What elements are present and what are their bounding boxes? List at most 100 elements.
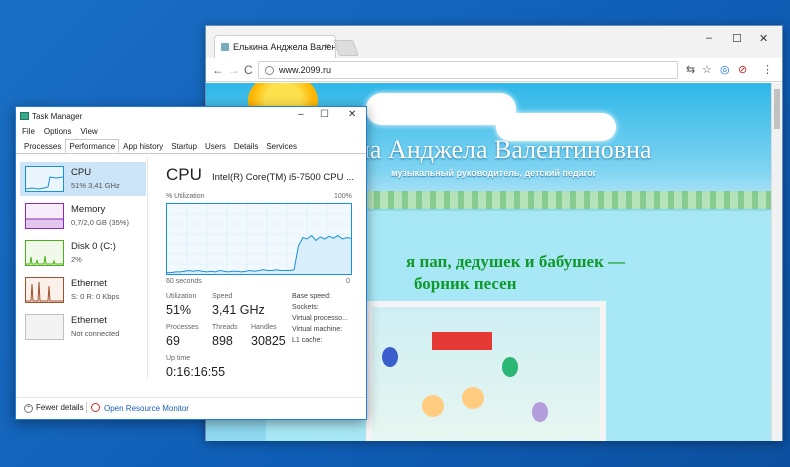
resource-ethernet[interactable]: Ethernet S: 0 R: 0 Kbps <box>20 273 146 307</box>
spec-sockets: Sockets: <box>292 304 319 311</box>
resource-cpu[interactable]: CPU 51% 3,41 GHz <box>20 162 146 196</box>
site-subtitle: музыкальный руководитель, детский педаго… <box>391 168 597 178</box>
tab-app-history[interactable]: App history <box>119 139 167 153</box>
new-tab-button[interactable] <box>333 40 359 56</box>
chevron-up-icon: ⌃ <box>24 404 33 413</box>
max-axis-label: 100% <box>334 193 352 200</box>
balloon-image <box>532 402 548 422</box>
article-title-line1: я пап, дедушек и бабушек — <box>406 252 626 271</box>
resource-disk[interactable]: Disk 0 (C:) 2% <box>20 236 146 270</box>
fewer-details-button[interactable]: ⌃ Fewer details <box>24 403 84 413</box>
spec-virtual-processors: Virtual processo... <box>292 315 348 322</box>
child-figure <box>462 387 484 409</box>
cpu-thumbnail <box>25 166 64 192</box>
tab-strip: Processes Performance App history Startu… <box>16 139 366 154</box>
resource-name: CPU <box>71 167 92 178</box>
sync-icon[interactable]: ◎ <box>720 63 730 76</box>
resource-value: Not connected <box>71 329 120 338</box>
resource-monitor-icon <box>91 403 100 412</box>
min-axis-label: 0 <box>346 278 350 285</box>
cpu-heading: CPU <box>166 165 202 184</box>
task-manager-footer: ⌃ Fewer details Open Resource Monitor <box>16 397 366 417</box>
threads-value: 898 <box>212 334 233 348</box>
maximize-button[interactable]: ☐ <box>732 32 742 45</box>
balloon-image <box>382 347 398 367</box>
browser-tab-bar: Елькина Анджела Вален × – ☐ ✕ <box>206 26 782 58</box>
ethernet-thumbnail <box>25 277 64 303</box>
scrollbar-thumb[interactable] <box>774 89 780 129</box>
tab-startup[interactable]: Startup <box>167 139 201 153</box>
resource-value: 0,7/2,0 GB (35%) <box>71 218 129 227</box>
processes-value: 69 <box>166 334 180 348</box>
browser-tab[interactable]: Елькина Анджела Вален × <box>214 35 336 58</box>
handles-label: Handles <box>251 324 277 331</box>
tab-services[interactable]: Services <box>262 139 301 153</box>
menu-options[interactable]: Options <box>44 127 72 137</box>
tab-processes[interactable]: Processes <box>20 139 65 153</box>
article-title-line2: борник песен <box>414 274 517 293</box>
resource-memory[interactable]: Memory 0,7/2,0 GB (35%) <box>20 199 146 233</box>
tab-performance[interactable]: Performance <box>65 139 120 153</box>
url-input[interactable]: www.2099.ru <box>258 61 678 79</box>
handles-value: 30825 <box>251 334 286 348</box>
maximize-button[interactable]: ☐ <box>320 109 329 120</box>
page-scrollbar[interactable] <box>771 83 782 441</box>
task-manager-window: Task Manager – ☐ ✕ File Options View Pro… <box>15 106 367 420</box>
tab-details[interactable]: Details <box>230 139 262 153</box>
back-icon[interactable]: ← <box>212 63 224 77</box>
tab-close-icon[interactable]: × <box>325 41 330 51</box>
star-icon[interactable]: ☆ <box>702 63 712 76</box>
article-title[interactable]: я пап, дедушек и бабушек — борник песен <box>406 251 766 295</box>
task-manager-icon <box>20 112 29 120</box>
cpu-detail-panel: CPU Intel(R) Core(TM) i5-7500 CPU ... % … <box>162 157 362 379</box>
open-resource-monitor-link[interactable]: Open Resource Monitor <box>91 403 189 413</box>
utilization-axis-label: % Utilization <box>166 193 205 200</box>
resource-value: 51% 3,41 GHz <box>71 181 120 190</box>
time-axis-label: 60 seconds <box>166 278 202 285</box>
reload-icon[interactable]: C <box>244 63 253 77</box>
resource-name: Memory <box>71 204 106 215</box>
speed-label: Speed <box>212 293 233 300</box>
resource-ethernet-disconnected[interactable]: Ethernet Not connected <box>20 310 146 344</box>
minimize-button[interactable]: – <box>298 109 304 120</box>
address-bar: ← → C www.2099.ru ⇆ ☆ ◎ ⊘ ⋮ <box>206 58 782 82</box>
utilization-value: 51% <box>166 303 192 317</box>
block-extension-icon[interactable]: ⊘ <box>738 63 747 76</box>
close-button[interactable]: ✕ <box>348 109 356 120</box>
menu-icon[interactable]: ⋮ <box>762 63 773 76</box>
disk-thumbnail <box>25 240 64 266</box>
menu-bar: File Options View <box>16 125 366 139</box>
resource-list: CPU 51% 3,41 GHz Memory 0,7/2,0 GB (35%)… <box>16 157 148 379</box>
fewer-details-label: Fewer details <box>36 403 84 412</box>
resource-value: 2% <box>71 255 82 264</box>
cpu-usage-graph <box>166 203 352 275</box>
child-figure <box>422 395 444 417</box>
minimize-button[interactable]: – <box>706 32 712 44</box>
footer-divider <box>86 402 87 413</box>
resource-value: S: 0 R: 0 Kbps <box>71 292 120 301</box>
open-resource-monitor-label: Open Resource Monitor <box>104 404 189 413</box>
forward-icon[interactable]: → <box>228 63 240 77</box>
cpu-usage-area <box>167 235 351 274</box>
uptime-label: Up time <box>166 355 191 362</box>
processes-label: Processes <box>166 324 199 331</box>
tab-users[interactable]: Users <box>201 139 230 153</box>
balloon-image <box>502 357 518 377</box>
info-icon[interactable] <box>265 66 274 75</box>
task-manager-titlebar[interactable]: Task Manager – ☐ ✕ <box>16 107 366 125</box>
spec-l1-cache: L1 cache: <box>292 337 323 344</box>
browser-tab-title: Елькина Анджела Вален <box>233 42 336 52</box>
resource-name: Ethernet <box>71 278 107 289</box>
resource-name: Disk 0 (C:) <box>71 241 116 252</box>
uptime-value: 0:16:16:55 <box>166 365 226 379</box>
threads-label: Threads <box>212 324 238 331</box>
spec-virtual-machine: Virtual machine: <box>292 326 343 333</box>
close-button[interactable]: ✕ <box>759 32 768 45</box>
speed-value: 3,41 GHz <box>212 303 265 317</box>
menu-file[interactable]: File <box>22 127 35 137</box>
resource-name: Ethernet <box>71 315 107 326</box>
menu-view[interactable]: View <box>80 127 97 137</box>
translate-icon[interactable]: ⇆ <box>686 63 695 76</box>
task-manager-title: Task Manager <box>32 112 83 121</box>
flag-image <box>432 332 492 350</box>
